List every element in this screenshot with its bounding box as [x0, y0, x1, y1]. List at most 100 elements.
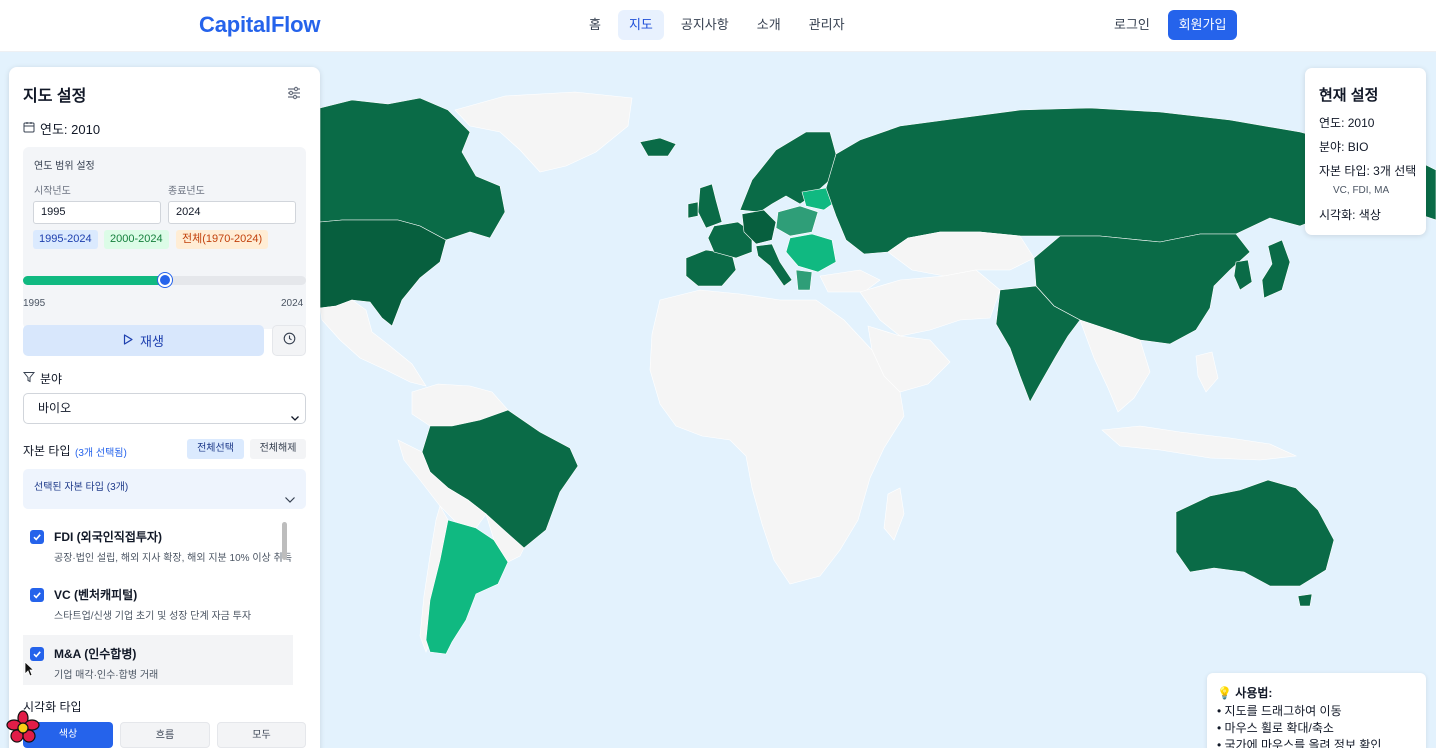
usage-title: 💡 사용법: — [1217, 686, 1273, 700]
end-year-label: 종료년도 — [168, 186, 205, 197]
chevron-down-icon — [284, 483, 296, 521]
checkbox-vc[interactable] — [30, 588, 44, 602]
current-year: 연도: 2010 — [1319, 116, 1375, 130]
list-scrollbar-thumb[interactable] — [282, 522, 287, 560]
country-madagascar[interactable] — [883, 487, 905, 541]
country-ireland[interactable] — [687, 201, 699, 219]
country-greece[interactable] — [795, 269, 813, 291]
mouse-cursor-icon — [24, 661, 35, 682]
calendar-icon — [23, 121, 35, 136]
field-label: 분야 — [40, 372, 63, 386]
selected-types-label: 선택된 자본 타입 (3개) — [34, 482, 129, 493]
year-range-box: 연도 범위 설정 시작년도 종료년도 1995 2024 1995-2024 2… — [23, 147, 306, 329]
year-slider-fill — [23, 276, 165, 285]
country-poland[interactable] — [775, 205, 819, 237]
list-scrollbar[interactable] — [279, 518, 289, 685]
current-capital: 자본 타입: 3개 선택 — [1319, 164, 1417, 178]
top-navbar: CapitalFlow 홈 지도 공지사항 소개 관리자 로그인 회원가입 — [0, 0, 1436, 52]
current-field: 분야: BIO — [1319, 140, 1369, 154]
usage-line: • 마우스 휠로 확대/축소 — [1217, 721, 1334, 735]
nav-map[interactable]: 지도 — [617, 10, 664, 40]
filter-icon — [22, 371, 36, 386]
current-viz: 시각화: 색상 — [1319, 208, 1381, 222]
nav-home[interactable]: 홈 — [578, 10, 612, 40]
capital-type-list[interactable]: FDI (외국인직접투자) 공장·법인 설립, 해외 지사 확장, 해외 지분 … — [23, 518, 307, 685]
country-philippines[interactable] — [1195, 351, 1219, 393]
item-desc: 공장·법인 설립, 해외 지사 확장, 해외 지분 10% 이상 취득 — [54, 553, 292, 564]
field-select-value: 바이오 — [38, 401, 72, 415]
checkbox-ma[interactable] — [30, 647, 44, 661]
start-year-input[interactable]: 1995 — [33, 201, 161, 224]
start-year-label: 시작년도 — [34, 186, 71, 197]
nav-notices[interactable]: 공지사항 — [670, 10, 740, 40]
usage-line: • 국가에 마우스를 올려 정보 확인 — [1217, 738, 1382, 748]
current-settings-card: 현재 설정 연도: 2010 분야: BIO 자본 타입: 3개 선택 VC, … — [1305, 68, 1426, 235]
panel-title: 지도 설정 — [23, 88, 87, 105]
login-link[interactable]: 로그인 — [1106, 10, 1158, 40]
year-slider[interactable] — [23, 273, 306, 287]
viz-flow-button[interactable]: 흐름 — [120, 722, 210, 748]
checkbox-fdi[interactable] — [30, 530, 44, 544]
list-item-vc[interactable]: VC (벤처캐피털) 스타트업/신생 기업 초기 및 성장 단계 자금 투자 — [23, 576, 293, 631]
current-capital-list: VC, FDI, MA — [1333, 185, 1390, 196]
capital-type-count: (3개 선택됨) — [75, 448, 127, 459]
range-chip-all[interactable]: 전체(1970-2024) — [176, 230, 269, 249]
range-title: 연도 범위 설정 — [34, 161, 95, 172]
usage-line: • 지도를 드래그하여 이동 — [1217, 704, 1342, 718]
sliders-icon[interactable] — [286, 85, 302, 101]
country-indonesia[interactable] — [1101, 425, 1298, 461]
country-iceland[interactable] — [639, 137, 677, 157]
country-korea[interactable] — [1233, 259, 1253, 291]
list-item-fdi[interactable]: FDI (외국인직접투자) 공장·법인 설립, 해외 지사 확장, 해외 지분 … — [23, 518, 293, 573]
brand-logo[interactable]: CapitalFlow — [199, 12, 320, 38]
current-year-row: 연도: 2010 — [23, 119, 100, 138]
end-year-input[interactable]: 2024 — [168, 201, 296, 224]
check-icon — [33, 651, 41, 658]
slider-max-label: 2024 — [281, 298, 304, 309]
range-chip-1995-2024[interactable]: 1995-2024 — [33, 230, 98, 249]
current-settings-title: 현재 설정 — [1319, 87, 1379, 104]
history-button[interactable] — [272, 325, 306, 356]
map-settings-panel: 지도 설정 연도: 2010 연도 범위 설정 시작년도 종료년도 1995 2… — [9, 67, 320, 748]
usage-tips-card: 💡 사용법: • 지도를 드래그하여 이동 • 마우스 휠로 확대/축소 • 국… — [1207, 673, 1426, 748]
check-icon — [33, 592, 41, 599]
viz-all-button[interactable]: 모두 — [217, 722, 306, 748]
year-label: 연도: 2010 — [40, 122, 101, 137]
play-icon — [123, 333, 133, 348]
select-all-button[interactable]: 전체선택 — [187, 439, 244, 459]
country-romania-balkans[interactable] — [785, 233, 837, 273]
deselect-all-button[interactable]: 전체해제 — [250, 439, 306, 459]
flower-widget-icon[interactable] — [6, 710, 40, 748]
play-button[interactable]: 재생 — [23, 325, 264, 356]
range-chip-2000-2024[interactable]: 2000-2024 — [104, 230, 169, 249]
item-title: VC (벤처캐피털) — [54, 588, 138, 602]
check-icon — [33, 534, 41, 541]
country-greenland[interactable] — [454, 91, 633, 173]
country-tasmania[interactable] — [1297, 593, 1313, 607]
nav-admin[interactable]: 관리자 — [798, 10, 856, 40]
country-mexico[interactable] — [319, 299, 427, 387]
clock-icon — [283, 332, 296, 350]
country-kazakhstan[interactable] — [887, 231, 1035, 277]
selected-types-dropdown[interactable]: 선택된 자본 타입 (3개) — [23, 469, 306, 509]
country-japan[interactable] — [1261, 239, 1291, 299]
item-title: FDI (외국인직접투자) — [54, 530, 162, 544]
nav-about[interactable]: 소개 — [746, 10, 792, 40]
country-iran-middle-east[interactable] — [859, 269, 1001, 337]
capital-type-label: 자본 타입 — [23, 444, 71, 458]
country-australia[interactable] — [1175, 479, 1335, 587]
year-slider-thumb[interactable] — [157, 273, 172, 287]
signup-button[interactable]: 회원가입 — [1168, 10, 1237, 40]
main-nav: 홈 지도 공지사항 소개 관리자 — [578, 10, 856, 40]
item-title: M&A (인수합병) — [54, 647, 137, 661]
chevron-down-icon — [290, 404, 300, 433]
country-uk[interactable] — [697, 183, 723, 229]
field-label-row: 분야 — [22, 370, 63, 387]
item-desc: 기업 매각·인수·합병 거래 — [54, 670, 159, 681]
slider-min-label: 1995 — [23, 298, 46, 309]
play-label: 재생 — [140, 334, 164, 349]
item-desc: 스타트업/신생 기업 초기 및 성장 단계 자금 투자 — [54, 611, 252, 622]
list-item-ma[interactable]: M&A (인수합병) 기업 매각·인수·합병 거래 — [23, 635, 293, 685]
field-select[interactable]: 바이오 — [23, 393, 306, 424]
country-africa[interactable] — [649, 289, 905, 585]
